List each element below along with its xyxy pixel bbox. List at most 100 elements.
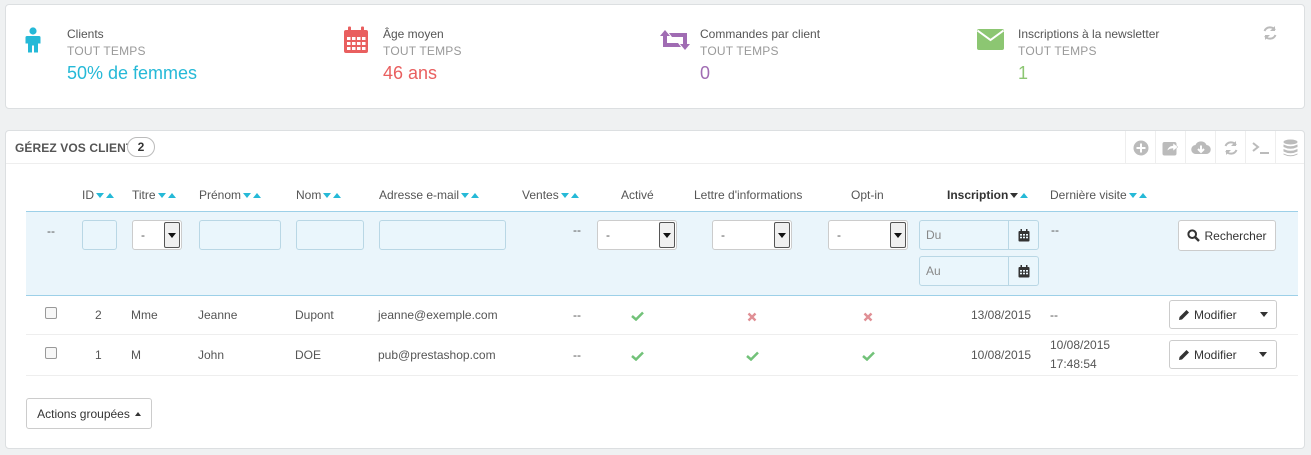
sort-desc-icon[interactable]: [323, 193, 332, 199]
filter-id-input[interactable]: [82, 220, 117, 250]
refresh-icon[interactable]: [1262, 25, 1278, 44]
kpi-orders-per-customer[interactable]: Commandes par client TOUT TEMPS 0: [654, 5, 974, 108]
cell-title: M: [131, 348, 141, 362]
kpi-title: Commandes par client: [700, 27, 821, 41]
sort-desc-icon[interactable]: [96, 193, 104, 199]
cell-email: jeanne@exemple.com: [378, 308, 498, 322]
sort-asc-icon[interactable]: [1138, 193, 1147, 199]
sort-asc-icon[interactable]: [1020, 193, 1029, 199]
column-header-title[interactable]: Titre: [132, 188, 176, 202]
kpi-subtitle: TOUT TEMPS: [700, 44, 779, 58]
filter-date-to-input[interactable]: Au: [919, 256, 1009, 286]
panel-title: GÉREZ VOS CLIENTS: [15, 141, 142, 155]
cross-icon[interactable]: [747, 311, 757, 325]
column-header-firstname[interactable]: Prénom: [199, 188, 262, 202]
cross-icon[interactable]: [863, 311, 873, 325]
row-divider: [26, 334, 1298, 335]
edit-button[interactable]: Modifier: [1169, 300, 1277, 329]
row-checkbox[interactable]: [45, 307, 57, 319]
column-header-optin: Opt-in: [851, 188, 884, 202]
column-header-last-visit[interactable]: Dernière visite: [1050, 188, 1147, 202]
check-icon[interactable]: [631, 350, 644, 364]
customers-panel: GÉREZ VOS CLIENTS 2 ID Titre Prénom Nom …: [5, 130, 1305, 449]
column-header-id[interactable]: ID: [82, 188, 114, 202]
kpi-subtitle: TOUT TEMPS: [383, 44, 462, 58]
column-header-active: Activé: [621, 188, 654, 202]
kpi-clients[interactable]: Clients TOUT TEMPS 50% de femmes: [6, 5, 326, 108]
filter-active-select[interactable]: -: [597, 220, 677, 250]
column-header-lastname[interactable]: Nom: [296, 188, 342, 202]
filter-newsletter-select[interactable]: -: [712, 220, 792, 250]
sort-desc-icon[interactable]: [243, 193, 252, 199]
column-header-email[interactable]: Adresse e-mail: [379, 188, 480, 202]
filter-email-input[interactable]: [379, 220, 506, 250]
export-icon[interactable]: [1155, 131, 1185, 164]
pencil-icon: [1179, 309, 1189, 320]
checkbox-filter-placeholder: --: [47, 224, 55, 238]
check-icon[interactable]: [631, 310, 644, 324]
calendar-icon[interactable]: [1008, 220, 1039, 250]
search-button-label: Rechercher: [1204, 228, 1267, 243]
caret-down-icon[interactable]: [1250, 341, 1276, 368]
cell-lastname: DOE: [295, 348, 322, 362]
kpi-title: Inscriptions à la newsletter: [1018, 27, 1160, 41]
cell-sales: --: [573, 348, 581, 362]
sort-desc-icon[interactable]: [560, 193, 569, 199]
cell-last-visit: 10/08/2015: [1050, 338, 1111, 352]
cell-id: 1: [95, 348, 102, 362]
column-header-registration[interactable]: Inscription: [947, 188, 1029, 202]
edit-button[interactable]: Modifier: [1169, 340, 1277, 369]
kpi-newsletter-subscriptions[interactable]: Inscriptions à la newsletter TOUT TEMPS …: [972, 5, 1252, 108]
kpi-title: Clients: [67, 27, 104, 41]
cell-lastname: Dupont: [295, 308, 334, 322]
refresh-list-icon[interactable]: [1215, 131, 1245, 164]
cell-sales: --: [573, 308, 581, 322]
sort-asc-icon[interactable]: [106, 193, 114, 199]
bulk-actions-button[interactable]: Actions groupées: [26, 398, 152, 429]
customer-count-badge: 2: [127, 137, 155, 157]
kpi-value: 46 ans: [383, 63, 438, 83]
kpi-value: 50% de femmes: [67, 63, 198, 83]
caret-down-icon[interactable]: [1250, 301, 1276, 328]
filter-optin-select[interactable]: -: [828, 220, 908, 250]
check-icon[interactable]: [746, 350, 759, 364]
sort-asc-icon[interactable]: [333, 193, 342, 199]
kpi-subtitle: TOUT TEMPS: [1018, 44, 1097, 58]
cell-firstname: Jeanne: [198, 308, 238, 322]
filter-title-select[interactable]: -: [132, 220, 182, 250]
cell-email: pub@prestashop.com: [378, 348, 496, 362]
import-icon[interactable]: [1185, 131, 1215, 164]
add-icon[interactable]: [1125, 131, 1155, 164]
column-header-sales[interactable]: Ventes: [522, 188, 579, 202]
retweet-icon: [660, 30, 690, 53]
calendar-icon[interactable]: [1008, 256, 1039, 286]
sort-desc-icon[interactable]: [1128, 193, 1137, 199]
sort-asc-icon[interactable]: [167, 193, 176, 199]
sort-asc-icon[interactable]: [471, 193, 480, 199]
cell-id: 2: [95, 308, 102, 322]
filter-date-from-input[interactable]: Du: [919, 220, 1009, 250]
panel-heading: GÉREZ VOS CLIENTS 2: [6, 131, 1304, 164]
kpi-average-age[interactable]: Âge moyen TOUT TEMPS 46 ans: [336, 5, 656, 108]
bulk-actions-label: Actions groupées: [37, 406, 130, 421]
database-icon[interactable]: [1275, 131, 1305, 164]
edit-button-label: Modifier: [1194, 347, 1237, 362]
caret-up-icon: [134, 411, 141, 416]
sort-desc-icon[interactable]: [461, 193, 470, 199]
check-icon[interactable]: [862, 350, 875, 364]
sort-desc-icon[interactable]: [157, 193, 166, 199]
sort-desc-active-icon[interactable]: [1010, 193, 1019, 199]
filter-sales-placeholder: --: [573, 223, 581, 237]
column-header-newsletter: Lettre d'informations: [694, 188, 803, 202]
sql-query-icon[interactable]: [1245, 131, 1275, 164]
envelope-icon: [976, 29, 1005, 53]
calendar-icon: [343, 26, 369, 57]
sort-asc-icon[interactable]: [253, 193, 262, 199]
filter-firstname-input[interactable]: [199, 220, 281, 250]
cell-registration: 13/08/2015: [971, 308, 1032, 322]
chevron-down-icon: [659, 222, 675, 248]
filter-lastname-input[interactable]: [296, 220, 364, 250]
search-button[interactable]: Rechercher: [1178, 220, 1276, 251]
row-checkbox[interactable]: [45, 347, 57, 359]
sort-asc-icon[interactable]: [570, 193, 579, 199]
